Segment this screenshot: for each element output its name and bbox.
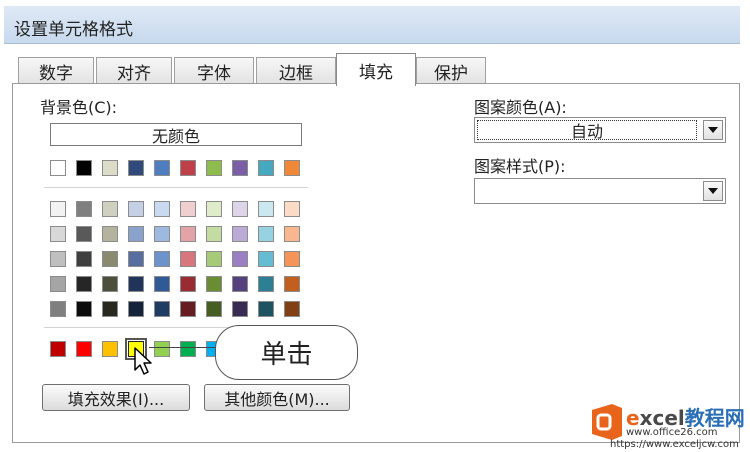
tab-alignment[interactable]: 对齐	[96, 57, 172, 85]
shade-color-swatch[interactable]	[232, 301, 248, 317]
shade-color-swatch[interactable]	[102, 276, 118, 292]
tab-font[interactable]: 字体	[174, 57, 254, 85]
tab-fill[interactable]: 填充	[336, 53, 416, 86]
theme-color-swatch[interactable]	[206, 160, 222, 176]
shade-color-swatch[interactable]	[128, 276, 144, 292]
shade-color-swatch[interactable]	[76, 201, 92, 217]
pattern-style-select[interactable]	[474, 178, 726, 204]
fill-effects-button[interactable]: 填充效果(I)...	[42, 384, 190, 411]
pattern-color-value: 自动	[477, 120, 697, 141]
shade-color-swatch[interactable]	[258, 276, 274, 292]
shade-color-swatch[interactable]	[232, 251, 248, 267]
click-callout: 单击	[215, 325, 358, 380]
chevron-down-icon[interactable]	[703, 181, 723, 201]
pattern-style-label: 图案样式(P):	[474, 157, 566, 176]
standard-color-swatch[interactable]	[76, 341, 92, 357]
dialog-title: 设置单元格格式	[14, 20, 133, 40]
shade-color-swatch[interactable]	[102, 251, 118, 267]
shade-color-swatch[interactable]	[154, 276, 170, 292]
standard-color-swatch[interactable]	[180, 341, 196, 357]
theme-color-swatch[interactable]	[102, 160, 118, 176]
theme-color-swatch[interactable]	[180, 160, 196, 176]
mouse-pointer-icon	[134, 347, 152, 375]
shade-color-swatch[interactable]	[128, 201, 144, 217]
shade-color-swatch[interactable]	[258, 201, 274, 217]
shade-color-swatch[interactable]	[284, 276, 300, 292]
theme-color-swatch[interactable]	[284, 160, 300, 176]
shade-color-swatch[interactable]	[284, 301, 300, 317]
tab-border[interactable]: 边框	[256, 57, 336, 85]
watermark-url-1: www.office26.com	[626, 427, 718, 438]
shade-color-swatch[interactable]	[180, 276, 196, 292]
shade-color-swatch[interactable]	[128, 251, 144, 267]
shade-color-swatch[interactable]	[180, 251, 196, 267]
shade-color-swatch[interactable]	[258, 301, 274, 317]
shade-color-swatch[interactable]	[76, 276, 92, 292]
shade-color-swatch[interactable]	[180, 226, 196, 242]
tab-number[interactable]: 数字	[18, 57, 94, 85]
theme-color-swatch[interactable]	[128, 160, 144, 176]
shade-color-swatch[interactable]	[102, 301, 118, 317]
shade-color-swatch[interactable]	[232, 276, 248, 292]
watermark-url-2: https://www.exceljcw.com	[610, 439, 739, 450]
shade-color-swatch[interactable]	[258, 226, 274, 242]
shade-color-swatch[interactable]	[154, 201, 170, 217]
shade-color-swatch[interactable]	[206, 201, 222, 217]
shade-color-swatch[interactable]	[76, 301, 92, 317]
shade-color-swatch[interactable]	[154, 301, 170, 317]
theme-color-swatch[interactable]	[50, 160, 66, 176]
shade-color-swatch[interactable]	[206, 301, 222, 317]
palette-separator	[44, 187, 308, 188]
shade-color-swatch[interactable]	[206, 251, 222, 267]
tab-protection[interactable]: 保护	[416, 57, 486, 85]
format-cells-dialog: 设置单元格格式 数字 对齐 字体 边框 填充 保护 背景色(C): 无颜色 单击…	[0, 0, 750, 452]
shade-color-swatch[interactable]	[102, 201, 118, 217]
shade-color-swatch[interactable]	[180, 301, 196, 317]
shade-color-swatch[interactable]	[50, 251, 66, 267]
shade-color-swatch[interactable]	[128, 226, 144, 242]
theme-color-swatch[interactable]	[76, 160, 92, 176]
shade-color-swatch[interactable]	[50, 201, 66, 217]
shade-color-swatch[interactable]	[284, 251, 300, 267]
more-colors-button[interactable]: 其他颜色(M)...	[204, 384, 350, 411]
tab-strip: 数字 对齐 字体 边框 填充 保护	[18, 53, 738, 86]
shade-color-swatch[interactable]	[102, 226, 118, 242]
shade-color-swatch[interactable]	[206, 226, 222, 242]
shade-color-swatch[interactable]	[154, 251, 170, 267]
theme-color-swatch[interactable]	[258, 160, 274, 176]
theme-color-swatch[interactable]	[232, 160, 248, 176]
pattern-color-select[interactable]: 自动	[474, 117, 726, 143]
shade-color-swatch[interactable]	[232, 201, 248, 217]
chevron-down-icon[interactable]	[703, 120, 723, 140]
site-watermark: excel教程网 www.office26.com https://www.ex…	[584, 398, 748, 450]
shade-color-swatch[interactable]	[284, 201, 300, 217]
shade-color-swatch[interactable]	[154, 226, 170, 242]
shade-color-swatch[interactable]	[50, 301, 66, 317]
shade-color-swatch[interactable]	[284, 226, 300, 242]
shade-color-swatch[interactable]	[50, 226, 66, 242]
shade-color-swatch[interactable]	[232, 226, 248, 242]
pattern-style-value	[475, 179, 699, 203]
pattern-color-label: 图案颜色(A):	[474, 98, 567, 117]
standard-color-swatch[interactable]	[154, 341, 170, 357]
shade-color-swatch[interactable]	[206, 276, 222, 292]
background-color-label: 背景色(C):	[40, 98, 118, 117]
shade-color-swatch[interactable]	[258, 251, 274, 267]
title-bar: 设置单元格格式	[4, 6, 740, 44]
shade-color-swatch[interactable]	[128, 301, 144, 317]
shade-color-swatch[interactable]	[76, 251, 92, 267]
callout-connector	[149, 347, 215, 348]
standard-color-swatch[interactable]	[50, 341, 66, 357]
theme-color-swatch[interactable]	[154, 160, 170, 176]
shade-color-swatch[interactable]	[180, 201, 196, 217]
shade-color-swatch[interactable]	[76, 226, 92, 242]
office-logo-icon	[592, 404, 622, 440]
standard-color-swatch[interactable]	[102, 341, 118, 357]
shade-color-swatch[interactable]	[50, 276, 66, 292]
no-color-button[interactable]: 无颜色	[50, 123, 302, 146]
